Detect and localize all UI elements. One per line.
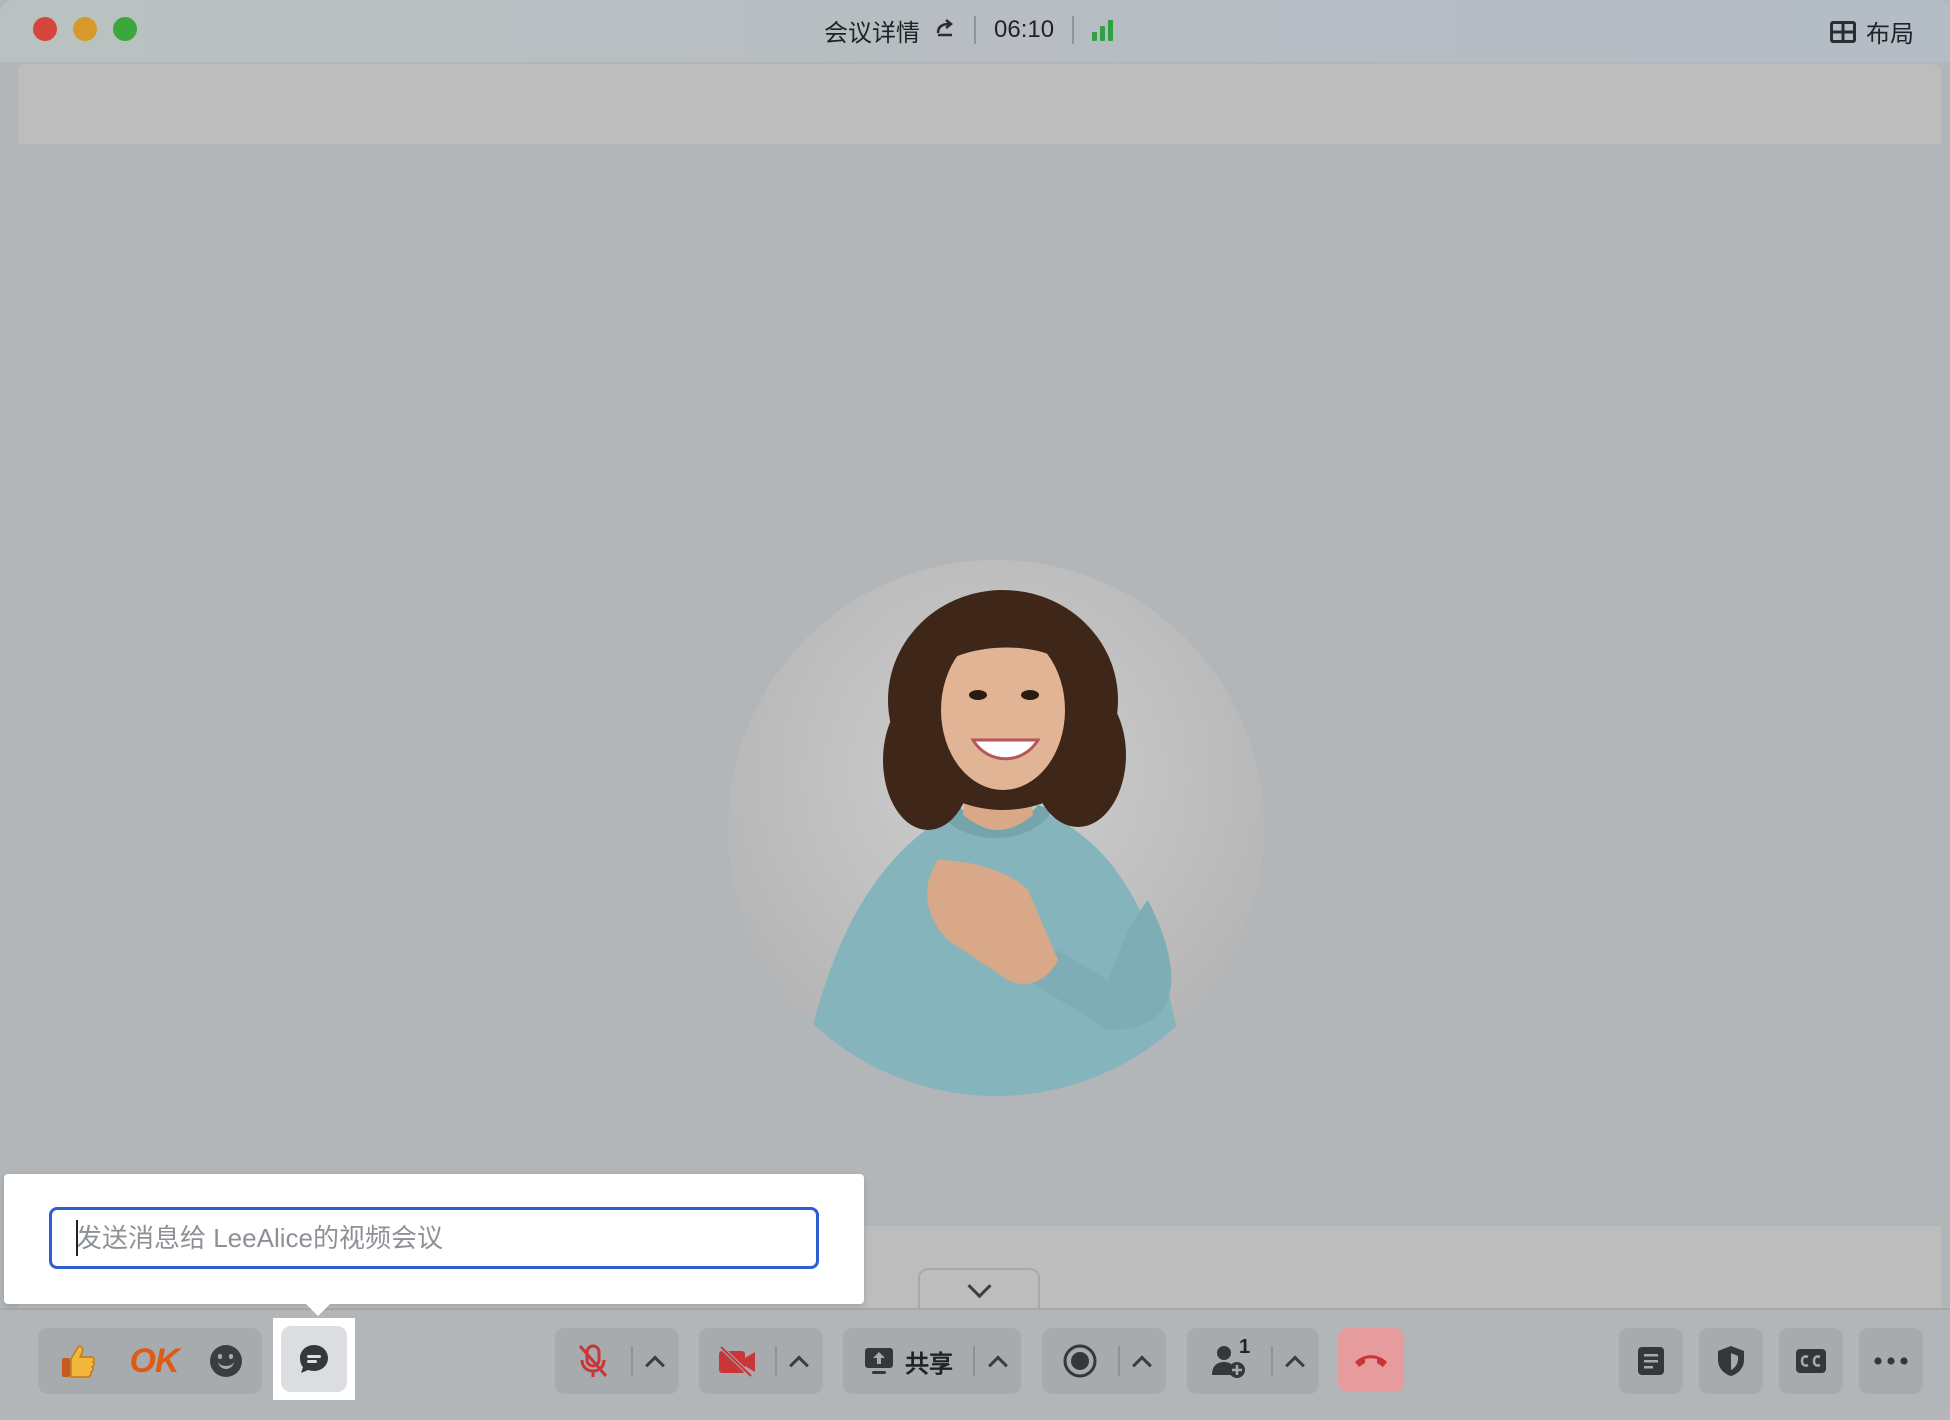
record-options-button[interactable]: [1120, 1328, 1164, 1394]
maximize-window-button[interactable]: [113, 17, 137, 41]
shield-icon: [1718, 1346, 1744, 1376]
more-options-button[interactable]: [1859, 1328, 1923, 1394]
caret-up-icon: [645, 1355, 665, 1376]
security-button[interactable]: [1699, 1328, 1763, 1394]
hang-up-icon: [1355, 1355, 1387, 1367]
record-group: [1042, 1328, 1166, 1394]
chat-message-input[interactable]: [49, 1207, 819, 1269]
leave-meeting-button[interactable]: [1338, 1328, 1404, 1392]
camera-group: [699, 1328, 823, 1394]
share-screen-button[interactable]: 共享: [843, 1328, 973, 1394]
avatar-portrait: [728, 560, 1264, 1096]
record-button[interactable]: [1042, 1328, 1118, 1394]
notes-button[interactable]: [1619, 1328, 1683, 1394]
video-stage: [18, 144, 1941, 1226]
more-horizontal-icon: [1874, 1357, 1908, 1365]
caret-up-icon: [988, 1355, 1008, 1376]
mic-muted-icon: [578, 1344, 608, 1377]
caret-up-icon: [1132, 1355, 1152, 1376]
audio-options-button[interactable]: [633, 1328, 677, 1394]
caret-up-icon: [789, 1355, 809, 1376]
closed-captions-icon: [1796, 1349, 1826, 1373]
layout-label: 布局: [1866, 21, 1914, 48]
collapse-toolbar-button[interactable]: [918, 1268, 1040, 1310]
chat-popover: [4, 1174, 864, 1316]
captions-button[interactable]: [1779, 1328, 1843, 1394]
share-screen-icon: [865, 1348, 893, 1374]
close-window-button[interactable]: [33, 17, 57, 41]
participants-button[interactable]: 1: [1187, 1328, 1271, 1394]
mute-toggle-button[interactable]: [555, 1328, 631, 1394]
chat-button-highlight: [273, 1318, 355, 1400]
participants-count: 1: [1239, 1336, 1251, 1358]
participant-avatar: [728, 560, 1264, 1096]
video-options-button[interactable]: [777, 1328, 821, 1394]
reactions-group: OK: [38, 1328, 262, 1394]
minimize-window-button[interactable]: [73, 17, 97, 41]
emoji-icon: [210, 1345, 242, 1377]
meeting-details-link[interactable]: 会议详情: [824, 13, 920, 48]
caret-up-icon: [1285, 1355, 1305, 1376]
ok-reaction-button[interactable]: OK: [118, 1328, 190, 1394]
mic-group: [555, 1328, 679, 1394]
top-banner: [18, 64, 1941, 144]
chat-button[interactable]: [281, 1326, 347, 1392]
share-label: 共享: [905, 1350, 953, 1378]
camera-toggle-button[interactable]: [699, 1328, 775, 1394]
thumbs-up-reaction-button[interactable]: [38, 1328, 118, 1394]
title-divider: [1072, 16, 1075, 44]
ok-reaction-icon: OK: [129, 1341, 180, 1380]
meeting-timer: 06:10: [994, 16, 1055, 43]
chat-bubble-icon: [300, 1345, 328, 1373]
text-cursor: [76, 1220, 78, 1256]
thumbs-up-icon: [62, 1345, 95, 1378]
share-options-button[interactable]: [975, 1328, 1021, 1394]
signal-strength-icon[interactable]: [1092, 19, 1114, 41]
share-group: 共享: [843, 1328, 1021, 1394]
chevron-down-icon: [966, 1273, 992, 1298]
title-divider: [974, 16, 976, 44]
participants-group: 1: [1187, 1328, 1319, 1394]
camera-off-icon: [719, 1345, 755, 1377]
notes-icon: [1638, 1347, 1664, 1375]
layout-button[interactable]: 布局: [1830, 14, 1914, 49]
emoji-picker-button[interactable]: [190, 1328, 262, 1394]
title-center: 会议详情 06:10: [824, 13, 1114, 48]
share-link-icon[interactable]: [934, 16, 956, 44]
layout-grid-icon: [1830, 20, 1856, 43]
participants-options-button[interactable]: [1273, 1328, 1317, 1394]
title-bar: 会议详情 06:10 布局: [0, 0, 1950, 62]
record-icon: [1063, 1344, 1097, 1378]
meeting-window: 会议详情 06:10 布局 OK 共享 1 发送消息给 LeeAlice的视频会…: [0, 0, 1950, 1420]
